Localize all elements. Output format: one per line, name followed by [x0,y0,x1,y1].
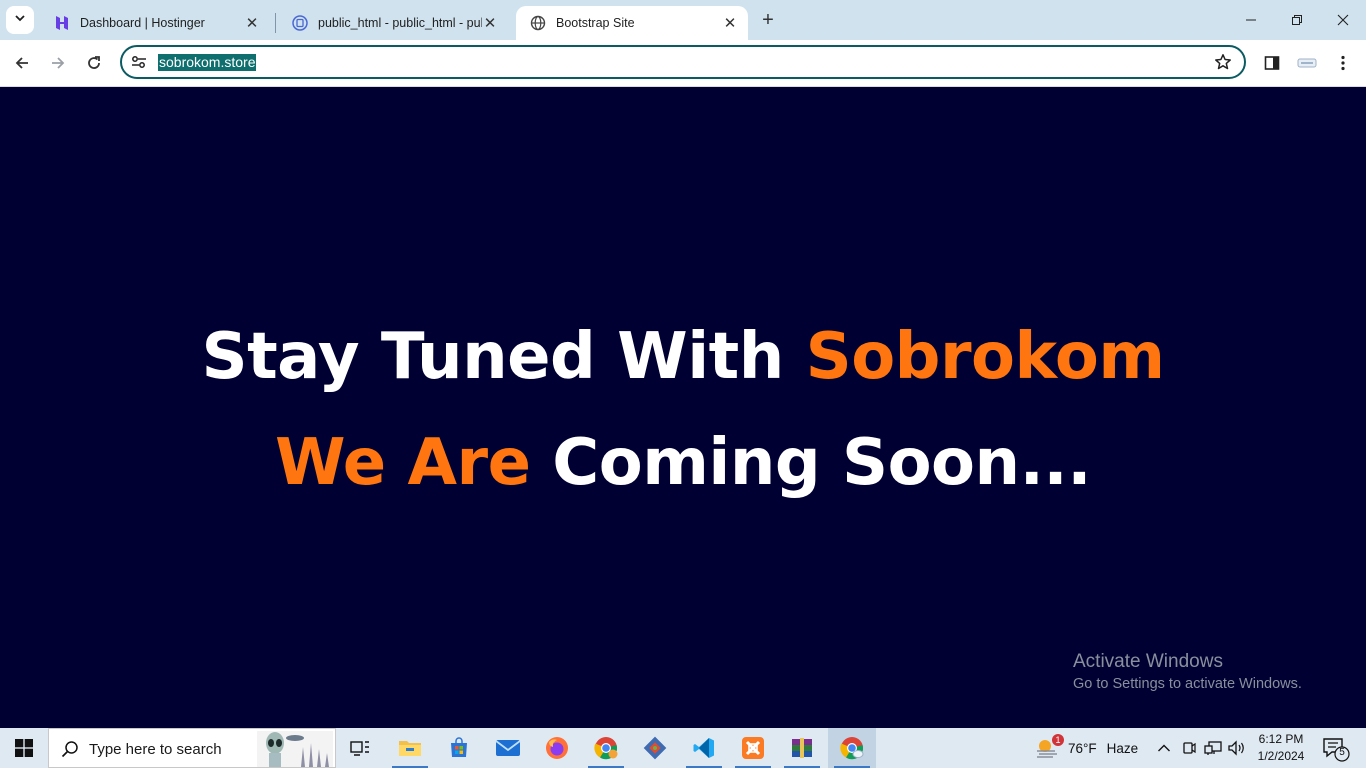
minimize-icon [1246,19,1256,21]
taskbar-app-winrar[interactable] [778,728,826,768]
back-button[interactable] [8,49,36,77]
speaker-icon [1228,740,1244,756]
weather-temperature: 76°F [1068,740,1097,756]
start-button[interactable] [0,728,48,768]
chevron-down-icon [14,11,26,29]
vs-code-icon [693,738,714,758]
tab-public-html[interactable]: public_html - public_html - pub ✕ [278,6,508,40]
headline-line-1-text: Stay Tuned With [201,320,806,394]
tray-meet-now-button[interactable] [1182,728,1196,768]
minimize-button[interactable] [1228,0,1274,40]
site-settings-icon[interactable] [130,54,148,70]
folder-icon [399,741,421,756]
tab-hostinger[interactable]: Dashboard | Hostinger ✕ [40,6,270,40]
profile-avatar-icon [1297,58,1317,68]
search-icon [61,740,79,763]
globe-icon [530,15,546,31]
notification-center-button[interactable]: 5 [1320,734,1350,762]
taskbar: Type here to search 1 76°F Haze 6:12 PM … [0,728,1366,768]
more-vertical-icon [1341,55,1345,71]
taskbar-app-microsoft-store[interactable] [435,728,483,768]
page-content: Stay Tuned With Sobrokom We Are Coming S… [0,88,1366,728]
tray-volume-button[interactable] [1228,728,1246,768]
bookmark-star-icon[interactable] [1214,53,1232,71]
clock-date: 1/2/2024 [1257,749,1305,763]
hostinger-icon [54,15,70,31]
restore-icon [1292,15,1302,25]
task-view-button[interactable] [336,728,384,768]
winrar-icon [792,738,812,758]
meet-now-icon [1183,742,1196,754]
taskbar-app-vs-code[interactable] [680,728,728,768]
close-icon[interactable]: ✕ [482,15,498,32]
file-manager-icon [292,15,308,31]
firefox-icon [546,737,568,759]
notification-count: 5 [1339,747,1345,758]
windows-logo-icon [15,739,33,757]
tab-strip: Dashboard | Hostinger ✕ public_html - pu… [0,0,1366,40]
watermark-subtitle: Go to Settings to activate Windows. [1073,676,1302,692]
chrome-icon [840,737,864,760]
taskbar-clock[interactable]: 6:12 PM 1/2/2024 [1248,731,1314,765]
profile-button[interactable] [1296,52,1318,74]
taskbar-app-file-explorer[interactable] [386,728,434,768]
xampp-icon [742,737,764,759]
search-placeholder: Type here to search [89,741,222,758]
task-view-icon [350,741,369,756]
forward-button[interactable] [44,49,72,77]
tray-network-button[interactable] [1204,728,1222,768]
taskbar-search[interactable]: Type here to search [48,728,336,768]
watermark-title: Activate Windows [1073,651,1223,672]
git-icon [643,736,667,760]
reload-button[interactable] [80,49,108,77]
tab-search-button[interactable] [6,6,34,34]
side-panel-button[interactable] [1261,52,1283,74]
network-icon [1204,741,1222,755]
plus-icon: + [762,8,774,31]
weather-condition: Haze [1106,740,1139,756]
tab-title: public_html - public_html - pub [318,16,482,30]
tab-title: Bootstrap Site [556,16,635,30]
show-hidden-icons-button[interactable] [1157,728,1171,768]
new-tab-button[interactable]: + [756,8,780,32]
chevron-up-icon [1158,744,1170,752]
tab-separator [275,13,276,33]
weather-haze-icon: 1 [1034,734,1064,760]
taskbar-app-firefox[interactable] [533,728,581,768]
close-icon [1337,14,1349,26]
chrome-icon [594,737,618,760]
taskbar-app-git[interactable] [631,728,679,768]
taskbar-app-chrome-active[interactable] [828,728,876,768]
close-icon[interactable]: ✕ [244,15,260,32]
arrow-right-icon [52,57,65,69]
taskbar-app-xampp[interactable] [729,728,777,768]
tab-title: Dashboard | Hostinger [80,16,205,30]
arrow-left-icon [15,57,28,69]
taskbar-app-mail[interactable] [484,728,532,768]
brand-name: Sobrokom [805,320,1165,394]
headline-line-1: Stay Tuned With Sobrokom [0,320,1366,394]
reload-icon [88,56,100,69]
restore-button[interactable] [1274,0,1320,40]
headline-line-2: We Are Coming Soon... [0,426,1366,500]
close-window-button[interactable] [1320,0,1366,40]
headline-line-2-accent: We Are [274,426,531,500]
weather-badge: 1 [1052,734,1064,746]
browser-toolbar: sobrokom.store [0,40,1366,87]
store-icon [451,737,467,757]
browser-menu-button[interactable] [1332,52,1354,74]
search-highlight-illustration [257,731,333,767]
url-text[interactable]: sobrokom.store [158,54,257,71]
close-icon[interactable]: ✕ [722,15,738,32]
tab-bootstrap-site[interactable]: Bootstrap Site ✕ [516,6,748,40]
side-panel-icon [1264,56,1280,70]
activate-windows-watermark: Activate Windows Go to Settings to activ… [1073,650,1302,694]
clock-time: 6:12 PM [1258,732,1304,746]
taskbar-app-chrome[interactable] [582,728,630,768]
address-bar[interactable]: sobrokom.store [120,45,1246,79]
mail-icon [495,740,521,756]
headline-line-2-text: Coming Soon... [530,426,1092,500]
weather-widget[interactable]: 1 76°F Haze [1034,728,1138,768]
